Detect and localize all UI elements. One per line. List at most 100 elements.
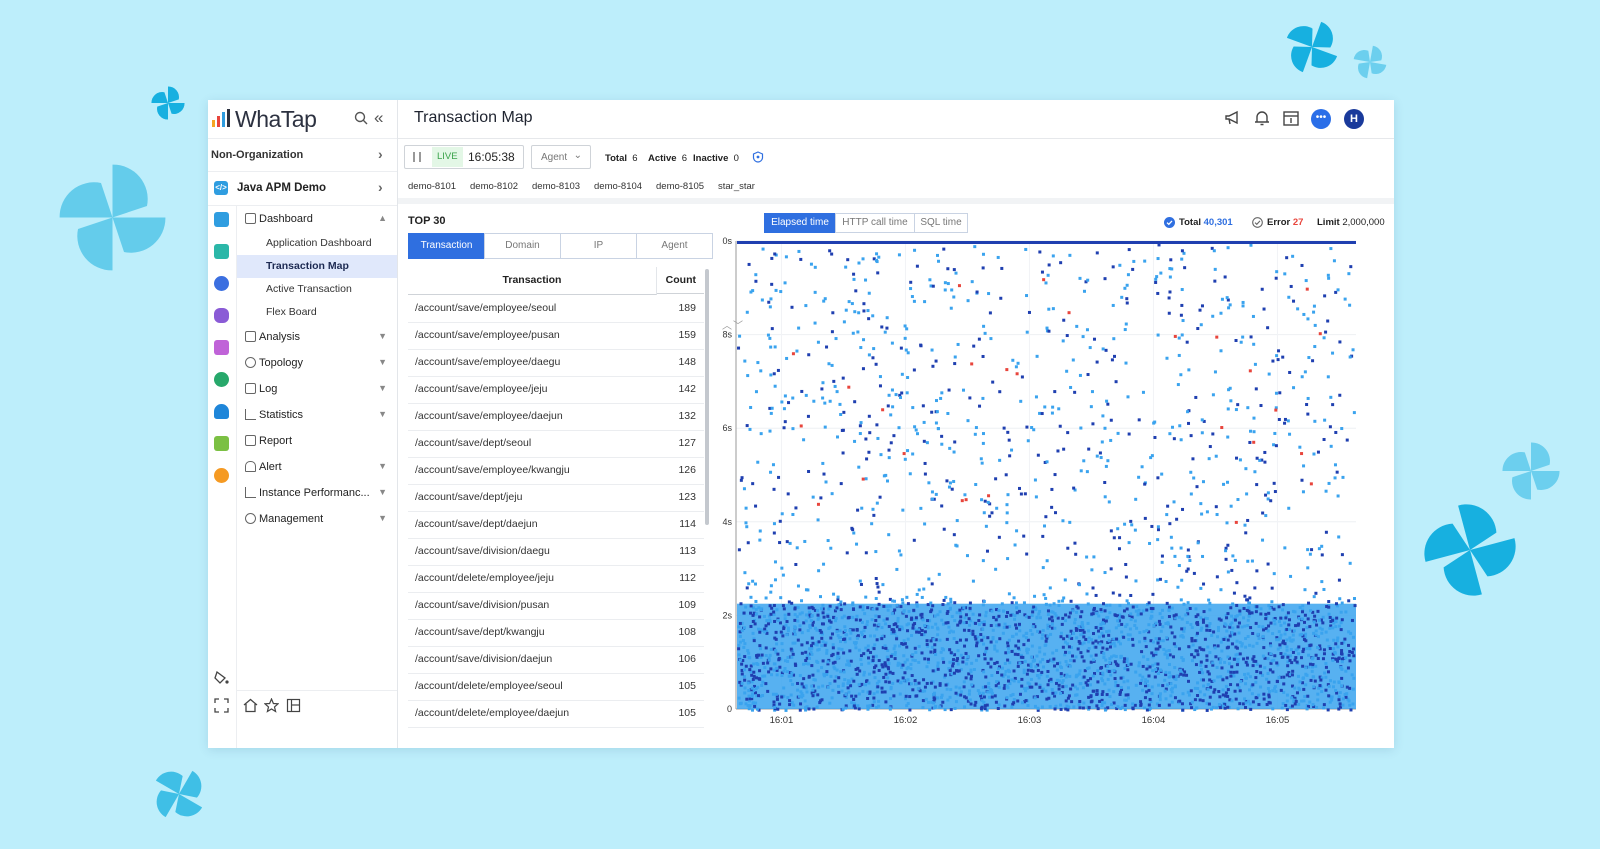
submenu-active-transaction[interactable]: Active Transaction (237, 278, 397, 301)
home-icon[interactable] (243, 698, 258, 713)
browser-icon[interactable] (214, 436, 229, 451)
transaction-point (906, 637, 910, 641)
apm-icon[interactable] (214, 212, 229, 227)
cloud-icon[interactable] (214, 404, 229, 419)
tab-transaction[interactable]: Transaction (408, 233, 485, 259)
transaction-point (1047, 696, 1051, 700)
column-header-transaction[interactable]: Transaction (408, 267, 657, 295)
table-row[interactable]: /account/save/employee/jeju 142 (408, 376, 704, 404)
agent-chip[interactable]: demo-8101 (408, 181, 456, 192)
menu-analysis[interactable]: Analysis ▼ (237, 326, 397, 350)
transaction-point (1300, 699, 1304, 703)
log-icon[interactable] (214, 340, 229, 355)
kubernetes-icon[interactable] (214, 276, 229, 291)
table-row[interactable]: /account/save/dept/jeju 123 (408, 484, 704, 512)
transaction-point (1308, 700, 1312, 704)
table-row[interactable]: /account/delete/employee/daejun 105 (408, 700, 704, 728)
transaction-point (1156, 528, 1160, 532)
paint-icon[interactable] (214, 670, 229, 685)
table-row[interactable]: /account/save/dept/daejun 114 (408, 511, 704, 539)
calendar-icon[interactable] (1282, 109, 1300, 127)
transaction-point (1136, 613, 1140, 617)
transaction-point (886, 608, 890, 612)
transaction-point (1314, 664, 1318, 668)
transaction-point (824, 480, 828, 484)
table-row[interactable]: /account/save/employee/pusan 159 (408, 322, 704, 350)
table-row[interactable]: /account/save/employee/daegu 148 (408, 349, 704, 377)
transaction-point (1171, 655, 1175, 659)
transaction-point (1338, 340, 1342, 344)
transaction-point (954, 691, 958, 695)
table-row[interactable]: /account/save/division/daegu 113 (408, 538, 704, 566)
network-icon[interactable] (214, 372, 229, 387)
transaction-point (1035, 354, 1039, 358)
transaction-point (883, 330, 887, 334)
menu-statistics[interactable]: Statistics ▼ (237, 404, 397, 428)
table-row[interactable]: /account/save/employee/seoul 189 (408, 295, 704, 323)
mode-elapsed-time[interactable]: Elapsed time (764, 213, 836, 233)
agent-settings-icon[interactable] (752, 151, 764, 163)
table-scrollbar[interactable] (705, 269, 709, 525)
transaction-point (911, 406, 915, 410)
table-row[interactable]: /account/save/employee/daejun 132 (408, 403, 704, 431)
table-row[interactable]: /account/save/division/pusan 109 (408, 592, 704, 620)
user-avatar[interactable]: H (1344, 109, 1364, 129)
transaction-point (890, 612, 894, 616)
chat-icon[interactable]: ••• (1311, 109, 1331, 129)
mode-sql-time[interactable]: SQL time (914, 213, 968, 233)
agent-chip[interactable]: demo-8105 (656, 181, 704, 192)
transaction-scatter-chart[interactable]: 02s4s6s8s10s16:0116:0216:0316:0416:05 (722, 236, 1392, 741)
submenu-flex-board[interactable]: Flex Board (237, 301, 397, 324)
search-icon[interactable] (354, 111, 368, 125)
transaction-point (1127, 248, 1131, 252)
mode-http-call-time[interactable]: HTTP call time (835, 213, 915, 233)
live-time-control[interactable]: LIVE 16:05:38 (404, 145, 524, 169)
transaction-point (903, 660, 907, 664)
agent-select[interactable]: Agent ⌄ (531, 145, 591, 169)
pause-icon[interactable] (413, 152, 421, 162)
menu-label: Statistics (259, 409, 304, 421)
layout-icon[interactable] (286, 698, 301, 713)
url-monitor-icon[interactable] (214, 468, 229, 483)
star-icon[interactable] (264, 698, 279, 713)
database-icon[interactable] (214, 308, 229, 323)
fullscreen-icon[interactable] (214, 698, 229, 713)
transaction-point (1292, 299, 1296, 303)
transaction-point (1285, 708, 1289, 712)
menu-dashboard[interactable]: Dashboard ▲ (237, 208, 397, 232)
menu-report[interactable]: Report (237, 430, 397, 454)
agent-chip[interactable]: star_star (718, 181, 755, 192)
menu-instance-performance[interactable]: Instance Performanc... ▼ (237, 482, 397, 506)
submenu-application-dashboard[interactable]: Application Dashboard (237, 232, 397, 255)
agent-chip[interactable]: demo-8104 (594, 181, 642, 192)
collapse-sidebar-icon[interactable]: « (374, 108, 383, 128)
transaction-point (1327, 684, 1331, 688)
table-row[interactable]: /account/delete/employee/seoul 105 (408, 673, 704, 701)
table-row[interactable]: /account/save/division/daejun 106 (408, 646, 704, 674)
bell-icon[interactable] (1253, 109, 1271, 127)
menu-alert[interactable]: Alert ▼ (237, 456, 397, 480)
transaction-point (1338, 597, 1342, 601)
project-selector[interactable]: </> Java APM Demo › (208, 172, 397, 206)
menu-topology[interactable]: Topology ▼ (237, 352, 397, 376)
agent-chip[interactable]: demo-8102 (470, 181, 518, 192)
megaphone-icon[interactable] (1224, 109, 1242, 127)
menu-log[interactable]: Log ▼ (237, 378, 397, 402)
menu-management[interactable]: Management ▼ (237, 508, 397, 532)
transaction-point (1287, 627, 1291, 631)
submenu-transaction-map[interactable]: Transaction Map (237, 255, 397, 278)
table-row[interactable]: /account/save/dept/kwangju 108 (408, 619, 704, 647)
transaction-point (1105, 630, 1109, 634)
table-row[interactable]: /account/save/dept/seoul 127 (408, 430, 704, 458)
organization-selector[interactable]: Non-Organization › (208, 139, 397, 172)
table-row[interactable]: /account/delete/employee/jeju 112 (408, 565, 704, 593)
server-icon[interactable] (214, 244, 229, 259)
tab-agent[interactable]: Agent (636, 233, 713, 259)
transaction-point (1340, 652, 1344, 656)
tab-ip[interactable]: IP (560, 233, 637, 259)
transaction-point (998, 390, 1002, 394)
column-header-count[interactable]: Count (657, 267, 704, 294)
agent-chip[interactable]: demo-8103 (532, 181, 580, 192)
table-row[interactable]: /account/save/employee/kwangju 126 (408, 457, 704, 485)
tab-domain[interactable]: Domain (484, 233, 561, 259)
